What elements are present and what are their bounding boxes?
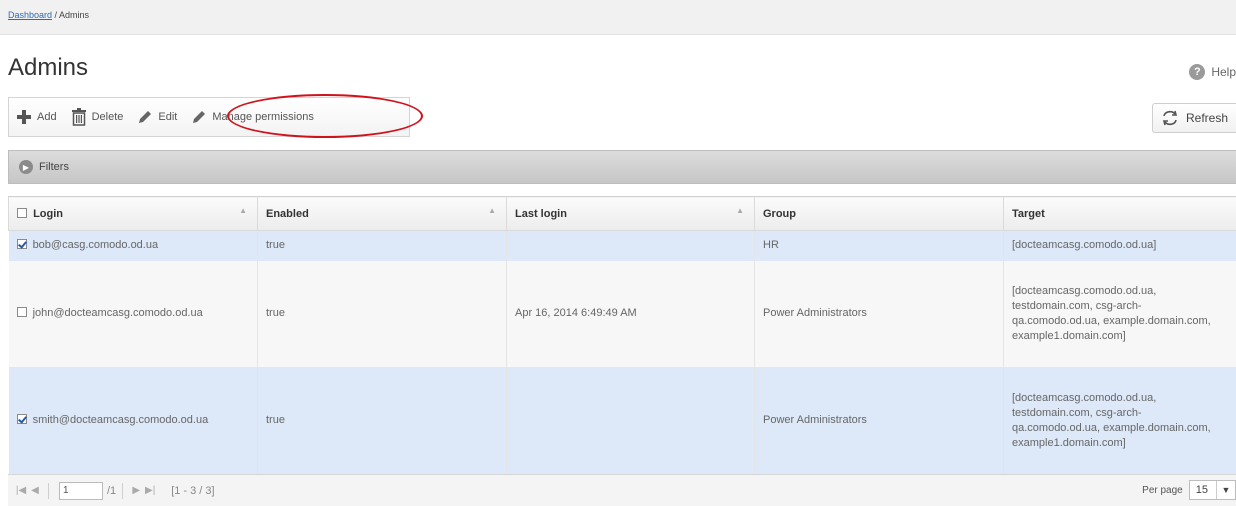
help-label: Help xyxy=(1211,65,1236,79)
column-header-enabled[interactable]: Enabled ▲ xyxy=(257,196,507,231)
page-number-input[interactable] xyxy=(59,481,103,500)
group-cell: Power Administrators xyxy=(754,366,1004,475)
filters-panel-toggle[interactable]: ▶ Filters xyxy=(8,150,1236,184)
group-cell: Power Administrators xyxy=(754,260,1004,367)
column-header-target[interactable]: Target xyxy=(1003,196,1236,231)
chevron-right-icon: ▶ xyxy=(19,160,33,174)
last-login-cell xyxy=(506,366,755,475)
pager-divider xyxy=(122,482,124,499)
pencil-icon xyxy=(193,111,206,123)
prev-page-icon[interactable]: ◀ xyxy=(28,485,42,496)
column-header-group[interactable]: Group xyxy=(754,196,1004,231)
page-title: Admins xyxy=(8,54,89,81)
help-icon: ? xyxy=(1189,64,1206,80)
table-row[interactable]: smith@docteamcasg.comodo.od.ua true Powe… xyxy=(8,366,1236,475)
toolbar: Add Delete Edit Manage permissions xyxy=(8,97,410,137)
pencil-icon xyxy=(139,111,152,123)
per-page-select[interactable]: 15 ▼ xyxy=(1188,480,1236,500)
row-checkbox[interactable] xyxy=(16,307,27,317)
login-value: john@docteamcasg.comodo.od.ua xyxy=(32,307,203,319)
column-label: Login xyxy=(33,207,63,220)
breadcrumb-dashboard-link[interactable]: Dashboard xyxy=(8,10,52,20)
enabled-cell: true xyxy=(257,230,507,261)
row-checkbox[interactable] xyxy=(16,414,27,424)
delete-label: Delete xyxy=(91,111,124,123)
sort-icon: ▲ xyxy=(488,206,496,215)
table-row[interactable]: bob@casg.comodo.od.ua true HR [docteamca… xyxy=(8,230,1236,261)
trash-icon xyxy=(71,108,86,126)
row-checkbox[interactable] xyxy=(16,239,27,250)
enabled-cell: true xyxy=(257,260,507,367)
target-cell: [docteamcasg.comodo.od.ua, testdomain.co… xyxy=(1003,366,1236,475)
breadcrumb: Dashboard / Admins xyxy=(8,10,89,20)
login-cell: john@docteamcasg.comodo.od.ua xyxy=(8,260,258,367)
last-page-icon[interactable]: ▶| xyxy=(143,485,157,496)
first-page-icon[interactable]: |◀ xyxy=(14,485,28,496)
table-header-row: Login ▲ Enabled ▲ Last login ▲ Group Target xyxy=(8,196,1236,231)
login-cell: smith@docteamcasg.comodo.od.ua xyxy=(8,366,258,475)
pagination-bar: |◀ ◀ /1 ▶ ▶| [1 - 3 / 3] Per page 15 ▼ xyxy=(8,474,1236,506)
target-cell: [docteamcasg.comodo.od.ua] xyxy=(1003,230,1236,261)
plus-icon xyxy=(17,110,31,124)
group-cell: HR xyxy=(754,230,1004,261)
enabled-cell: true xyxy=(257,366,507,475)
admins-table: Login ▲ Enabled ▲ Last login ▲ Group Target… xyxy=(8,196,1236,475)
column-label: Target xyxy=(1012,207,1045,220)
delete-button[interactable]: Delete xyxy=(64,98,131,136)
sort-icon: ▲ xyxy=(239,206,247,215)
record-range: [1 - 3 / 3] xyxy=(171,484,215,497)
help-link[interactable]: ? Help xyxy=(1189,64,1236,80)
target-cell: [docteamcasg.comodo.od.ua, testdomain.co… xyxy=(1003,260,1236,367)
per-page-control: Per page 15 ▼ xyxy=(1142,480,1236,500)
sort-icon: ▲ xyxy=(736,206,744,215)
add-button[interactable]: Add xyxy=(9,98,64,136)
select-all-checkbox[interactable] xyxy=(17,207,27,218)
manage-permissions-button[interactable]: Manage permissions xyxy=(184,98,321,136)
top-bar: Dashboard / Admins xyxy=(0,0,1236,35)
column-header-login[interactable]: Login ▲ xyxy=(8,196,258,231)
refresh-icon xyxy=(1162,110,1178,126)
login-value: bob@casg.comodo.od.ua xyxy=(32,239,159,252)
login-cell: bob@casg.comodo.od.ua xyxy=(8,230,258,261)
edit-button[interactable]: Edit xyxy=(130,98,184,136)
per-page-label: Per page xyxy=(1142,484,1183,496)
refresh-label: Refresh xyxy=(1186,111,1229,125)
per-page-value: 15 xyxy=(1195,484,1208,496)
last-login-cell: Apr 16, 2014 6:49:49 AM xyxy=(506,260,755,367)
table-row[interactable]: john@docteamcasg.comodo.od.ua true Apr 1… xyxy=(8,260,1236,367)
total-pages: /1 xyxy=(107,484,117,497)
add-label: Add xyxy=(37,111,57,123)
login-value: smith@docteamcasg.comodo.od.ua xyxy=(32,414,209,426)
edit-label: Edit xyxy=(158,111,178,123)
column-label: Group xyxy=(763,207,796,220)
next-page-icon[interactable]: ▶ xyxy=(129,485,143,496)
column-label: Enabled xyxy=(266,207,309,220)
breadcrumb-current: Admins xyxy=(59,10,90,20)
column-label: Last login xyxy=(515,207,567,220)
chevron-down-icon: ▼ xyxy=(1216,481,1235,499)
last-login-cell xyxy=(506,230,755,261)
manage-permissions-label: Manage permissions xyxy=(212,111,314,123)
filters-label: Filters xyxy=(39,161,69,173)
breadcrumb-separator: / xyxy=(52,10,60,20)
column-header-last-login[interactable]: Last login ▲ xyxy=(506,196,755,231)
pager-divider xyxy=(48,482,49,499)
refresh-button[interactable]: Refresh xyxy=(1152,103,1236,133)
